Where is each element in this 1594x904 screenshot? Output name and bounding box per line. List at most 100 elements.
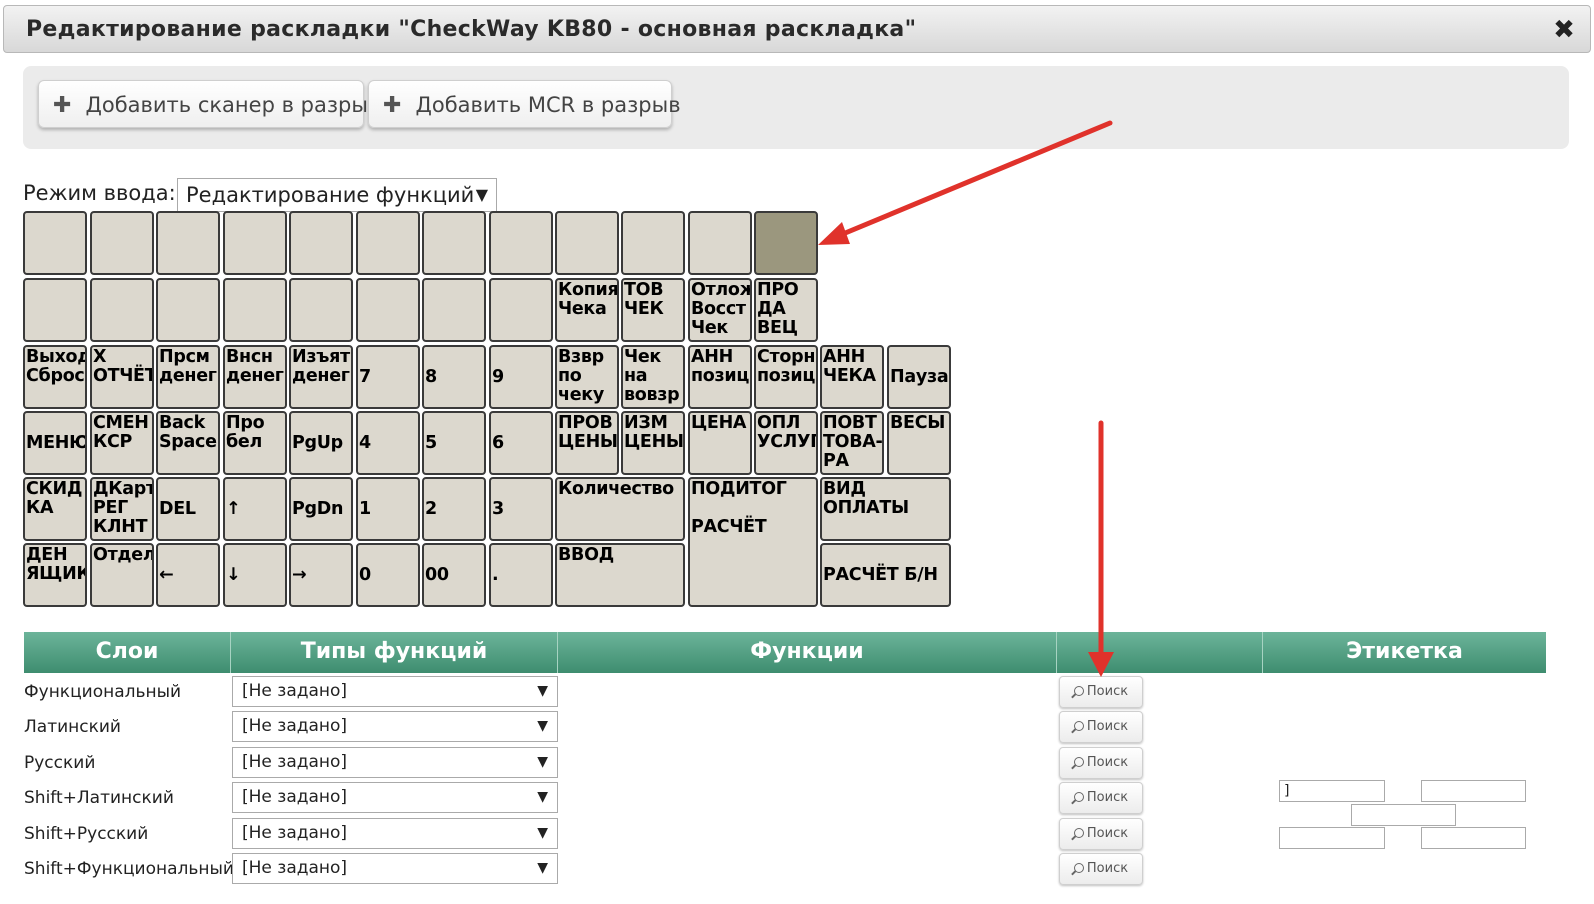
function-type-select[interactable]: [Не задано] ▼ (232, 747, 558, 778)
key-r5-c13[interactable]: ВИД ОПЛАТЫ (820, 477, 951, 541)
key-r2-c5[interactable] (289, 278, 353, 342)
key-r5-c7[interactable]: 2 (422, 477, 486, 541)
key-r3-c2[interactable]: Х ОТЧЁТ (90, 345, 154, 409)
function-type-value: [Не задано] (242, 752, 348, 772)
key-r5-c8[interactable]: 3 (489, 477, 553, 541)
key-r3-c1[interactable]: Выход Сброс (23, 345, 87, 409)
key-r1-c12[interactable] (754, 211, 818, 275)
search-button[interactable]: Поиск (1059, 853, 1143, 885)
key-r1-c5[interactable] (289, 211, 353, 275)
key-r4-c5[interactable]: PgUp (289, 411, 353, 475)
input-mode-select[interactable]: Редактирование функций ▼ (177, 178, 497, 212)
key-r3-c14[interactable]: Пауза (887, 345, 951, 409)
search-icon (1073, 863, 1084, 873)
key-r6-c7[interactable]: 00 (422, 543, 486, 607)
key-r4-c12[interactable]: ОПЛ УСЛУГ (754, 411, 818, 475)
key-r3-c8[interactable]: 9 (489, 345, 553, 409)
key-r1-c1[interactable] (23, 211, 87, 275)
key-r4-c1[interactable]: МЕНЮ (23, 411, 87, 475)
key-r5-c6[interactable]: 1 (356, 477, 420, 541)
label-input-3[interactable] (1351, 804, 1456, 826)
search-button[interactable]: Поиск (1059, 818, 1143, 850)
close-icon[interactable]: ✖ (1550, 14, 1578, 44)
key-r4-c7[interactable]: 5 (422, 411, 486, 475)
key-r3-c6[interactable]: 7 (356, 345, 420, 409)
add-scanner-button[interactable]: ✚ Добавить сканер в разрыв (38, 80, 380, 128)
key-r6-c1[interactable]: ДЕН ЯЩИК (23, 543, 87, 607)
search-button[interactable]: Поиск (1059, 782, 1143, 814)
key-r1-c10[interactable] (621, 211, 685, 275)
key-r6-c4[interactable]: ↓ (223, 543, 287, 607)
key-r2-c4[interactable] (223, 278, 287, 342)
key-r3-c12[interactable]: Сторн позиц (754, 345, 818, 409)
function-type-select[interactable]: [Не задано] ▼ (232, 853, 558, 884)
key-r4-c14[interactable]: ВЕСЫ (887, 411, 951, 475)
key-r4-c6[interactable]: 4 (356, 411, 420, 475)
key-r4-c3[interactable]: Back Space (156, 411, 220, 475)
key-r1-c4[interactable] (223, 211, 287, 275)
key-r3-c4[interactable]: Внсн денег (223, 345, 287, 409)
key-r6-c8[interactable]: . (489, 543, 553, 607)
key-r5-c1[interactable]: СКИД КА (23, 477, 87, 541)
key-r4-c9[interactable]: ПРОВ ЦЕНЫ (555, 411, 619, 475)
key-r4-c2[interactable]: СМЕН КСР (90, 411, 154, 475)
key-r2-c7[interactable] (422, 278, 486, 342)
key-r4-c13[interactable]: ПОВТ ТОВА- РА (820, 411, 884, 475)
key-r6-c3[interactable]: ← (156, 543, 220, 607)
key-r5-c4[interactable]: ↑ (223, 477, 287, 541)
layer-label: Латинский (24, 717, 121, 737)
key-r6-c6[interactable]: 0 (356, 543, 420, 607)
function-type-select[interactable]: [Не задано] ▼ (232, 782, 558, 813)
key-r5-c11[interactable]: ПОДИТОГ РАСЧЁТ (688, 477, 818, 607)
key-r2-c1[interactable] (23, 278, 87, 342)
input-mode-label: Режим ввода: (23, 181, 176, 205)
key-r2-c12[interactable]: ПРО ДА ВЕЦ (754, 278, 818, 342)
key-r6-c5[interactable]: → (289, 543, 353, 607)
toolbar: ✚ Добавить сканер в разрыв ✚ Добавить MCR … (23, 66, 1569, 149)
key-r1-c9[interactable] (555, 211, 619, 275)
key-r4-c4[interactable]: Про бел (223, 411, 287, 475)
key-r2-c8[interactable] (489, 278, 553, 342)
key-r2-c2[interactable] (90, 278, 154, 342)
add-mcr-button[interactable]: ✚ Добавить MCR в разрыв (368, 80, 681, 128)
key-r1-c3[interactable] (156, 211, 220, 275)
key-r3-c11[interactable]: АНН позиц (688, 345, 752, 409)
key-r2-c3[interactable] (156, 278, 220, 342)
search-button[interactable]: Поиск (1059, 676, 1143, 708)
key-r1-c7[interactable] (422, 211, 486, 275)
header-layers: Слои (24, 632, 231, 673)
search-button[interactable]: Поиск (1059, 747, 1143, 779)
key-r2-c11[interactable]: Отлож Восст Чек (688, 278, 752, 342)
key-r4-c10[interactable]: ИЗМ ЦЕНЫ (621, 411, 685, 475)
key-r1-c8[interactable] (489, 211, 553, 275)
key-r3-c7[interactable]: 8 (422, 345, 486, 409)
label-input-2[interactable] (1421, 780, 1526, 802)
key-r2-c6[interactable] (356, 278, 420, 342)
label-input-5[interactable] (1421, 827, 1526, 849)
key-r5-c2[interactable]: ДКарт РЕГ КЛНТ (90, 477, 154, 541)
key-r5-c5[interactable]: PgDn (289, 477, 353, 541)
key-r5-c9[interactable]: Количество (555, 477, 685, 541)
key-r3-c5[interactable]: Изъят денег (289, 345, 353, 409)
key-r6-c2[interactable]: Отдел (90, 543, 154, 607)
key-r3-c13[interactable]: АНН ЧЕКА (820, 345, 884, 409)
key-r3-c10[interactable]: Чек на вовзр (621, 345, 685, 409)
label-input-4[interactable] (1279, 827, 1385, 849)
key-r2-c9[interactable]: Копия Чека (555, 278, 619, 342)
key-r3-c3[interactable]: Прсм денег (156, 345, 220, 409)
key-r3-c9[interactable]: Взвр по чеку (555, 345, 619, 409)
key-r1-c6[interactable] (356, 211, 420, 275)
function-type-select[interactable]: [Не задано] ▼ (232, 818, 558, 849)
key-r1-c2[interactable] (90, 211, 154, 275)
function-type-select[interactable]: [Не задано] ▼ (232, 711, 558, 742)
key-r6-c9[interactable]: ВВОД (555, 543, 685, 607)
key-r4-c11[interactable]: ЦЕНА (688, 411, 752, 475)
search-button[interactable]: Поиск (1059, 711, 1143, 743)
function-type-select[interactable]: [Не задано] ▼ (232, 676, 558, 707)
key-r4-c8[interactable]: 6 (489, 411, 553, 475)
label-input-1[interactable]: ] (1279, 780, 1385, 802)
key-r5-c3[interactable]: DEL (156, 477, 220, 541)
key-r1-c11[interactable] (688, 211, 752, 275)
key-r6-c13[interactable]: РАСЧЁТ Б/Н (820, 543, 951, 607)
key-r2-c10[interactable]: ТОВ ЧЕК (621, 278, 685, 342)
